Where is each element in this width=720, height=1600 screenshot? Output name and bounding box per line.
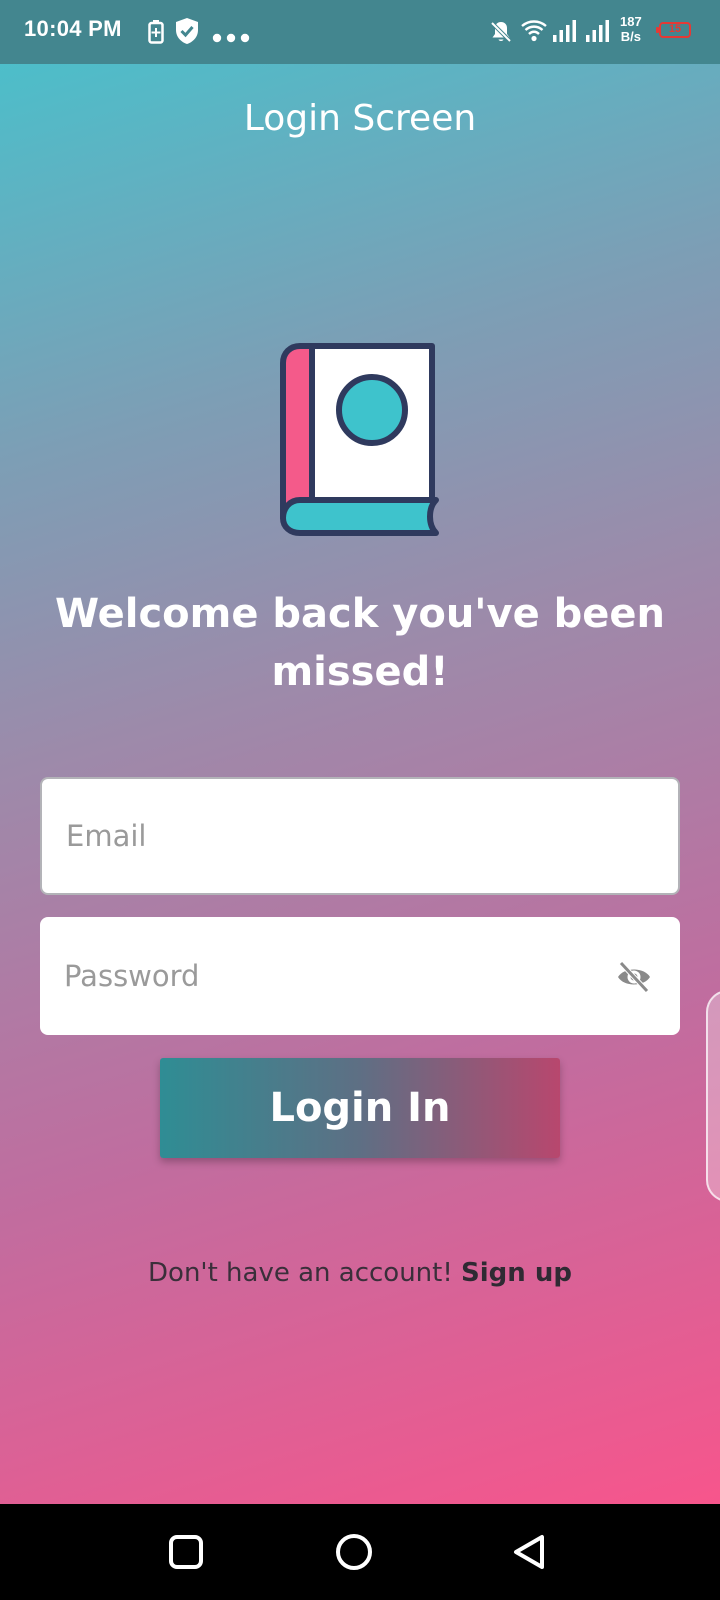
signup-link[interactable]: Sign up [461, 1258, 572, 1288]
recents-square-icon[interactable] [166, 1532, 206, 1572]
email-field [40, 777, 680, 895]
signal-icon-2 [586, 20, 612, 46]
net-speed: 187 B/s [620, 14, 642, 44]
navigation-bar [0, 1504, 720, 1600]
status-bar: 10:04 PM 187 B/s 15 [0, 0, 720, 64]
welcome-line-1: Welcome back you've been [54, 591, 666, 637]
app-screen: 10:04 PM 187 B/s 15 Login Screen Welcome… [0, 0, 720, 1504]
shield-icon [176, 18, 198, 48]
battery-level: 15 [668, 23, 682, 35]
home-circle-icon[interactable] [334, 1532, 374, 1572]
signal-icon [553, 20, 579, 46]
login-button[interactable]: Login In [160, 1058, 560, 1158]
edge-panel-handle[interactable] [706, 990, 720, 1202]
more-dots-icon [212, 28, 250, 47]
signup-prompt: Don't have an account! [148, 1258, 453, 1288]
back-triangle-icon[interactable] [510, 1532, 550, 1572]
notifications-off-icon [489, 20, 513, 48]
status-time: 10:04 PM [24, 16, 122, 41]
battery-saver-icon [148, 20, 164, 48]
eye-off-icon[interactable] [616, 959, 652, 995]
wifi-icon [521, 20, 547, 46]
net-speed-value: 187 [620, 14, 642, 29]
welcome-line-2: missed! [271, 649, 449, 695]
net-speed-unit: B/s [620, 29, 641, 44]
page-title: Login Screen [243, 98, 477, 139]
password-field [40, 917, 680, 1035]
battery-icon: 15 [656, 22, 691, 38]
password-input[interactable] [64, 917, 604, 1035]
signup-row: Don't have an account! Sign up [0, 1258, 720, 1288]
email-input[interactable] [66, 779, 606, 893]
welcome-message: Welcome back you've been missed! [40, 585, 680, 701]
book-icon [280, 343, 442, 547]
